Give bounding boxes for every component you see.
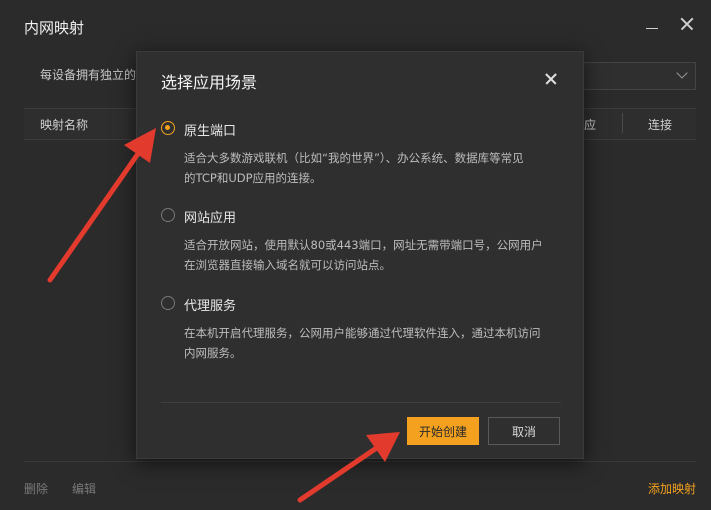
- delete-button[interactable]: 删除: [24, 480, 48, 497]
- mapping-description: 每设备拥有独立的: [40, 68, 137, 82]
- radio-proxy[interactable]: [161, 296, 175, 310]
- column-header-partial: 应: [584, 118, 597, 132]
- option-label: 网站应用: [184, 211, 237, 226]
- option-description-line: 内网服务。: [184, 346, 242, 360]
- start-create-button[interactable]: 开始创建: [407, 417, 479, 445]
- radio-native-port[interactable]: [161, 121, 175, 135]
- window-title: 内网映射: [24, 19, 85, 37]
- radio-website[interactable]: [161, 208, 175, 222]
- option-description: 适合开放网站，使用默认80或443端口，网址无需带端口号，公网用户 在浏览器直接…: [184, 235, 564, 275]
- dialog-divider: [161, 402, 561, 403]
- add-mapping-button[interactable]: 添加映射: [648, 480, 696, 497]
- option-description: 在本机开启代理服务，公网用户能够通过代理软件连入，通过本机访问 内网服务。: [184, 323, 564, 363]
- option-description-line: 适合开放网站，使用默认80或443端口，网址无需带端口号，公网用户: [184, 238, 543, 252]
- device-select[interactable]: [580, 62, 696, 90]
- column-header-connect: 连接: [648, 118, 673, 132]
- dialog-close-icon[interactable]: [544, 72, 558, 86]
- footer-divider: [24, 461, 696, 462]
- close-icon[interactable]: [679, 16, 695, 32]
- option-description-line: 适合大多数游戏联机（比如“我的世界”）、办公系统、数据库等常见: [184, 151, 524, 165]
- option-description: 适合大多数游戏联机（比如“我的世界”）、办公系统、数据库等常见 的TCP和UDP…: [184, 148, 564, 188]
- minimize-icon[interactable]: [646, 19, 658, 33]
- edit-button[interactable]: 编辑: [72, 480, 96, 497]
- option-description-line: 在浏览器直接输入域名就可以访问站点。: [184, 258, 391, 272]
- cancel-button[interactable]: 取消: [488, 417, 560, 445]
- option-label: 原生端口: [184, 124, 237, 139]
- option-description-line: 的TCP和UDP应用的连接。: [184, 171, 322, 185]
- option-label: 代理服务: [184, 299, 237, 314]
- chevron-down-icon: [676, 67, 688, 79]
- scenario-dialog: 选择应用场景 原生端口 适合大多数游戏联机（比如“我的世界”）、办公系统、数据库…: [136, 51, 584, 459]
- column-header-name: 映射名称: [40, 118, 89, 132]
- option-description-line: 在本机开启代理服务，公网用户能够通过代理软件连入，通过本机访问: [184, 326, 541, 340]
- dialog-title: 选择应用场景: [161, 73, 258, 92]
- column-divider: [622, 113, 623, 133]
